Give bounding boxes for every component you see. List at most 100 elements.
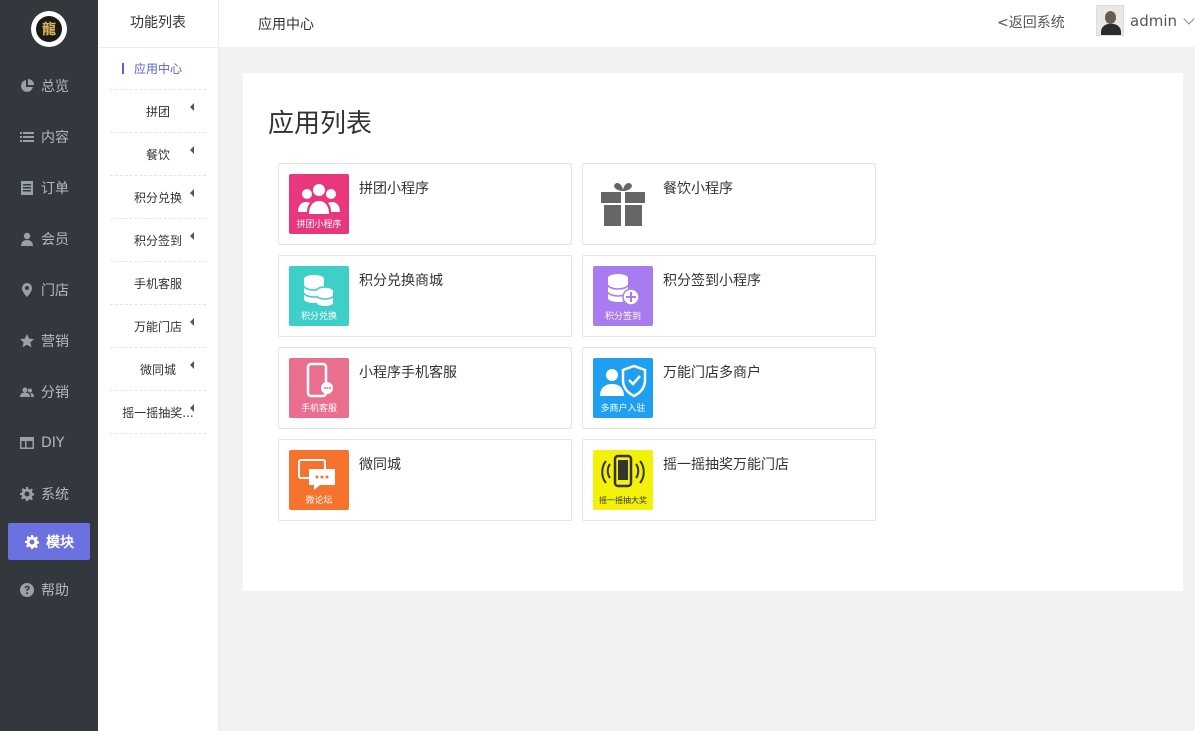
app-name: 小程序手机客服 (359, 365, 457, 381)
caret-left-icon (190, 146, 194, 154)
nav-item-content[interactable]: 内容 (0, 111, 98, 162)
nav-item-system[interactable]: 系统 (0, 468, 98, 519)
shake-phone-icon: 摇一摇抽大奖 (593, 450, 653, 510)
gift-icon (593, 174, 653, 234)
nav-item-stores[interactable]: 门店 (0, 264, 98, 315)
app-badge-label: 摇一摇抽大奖 (599, 496, 647, 505)
app-logo[interactable]: 龍 (31, 11, 67, 47)
nav-item-label: 内容 (41, 129, 69, 146)
submenu-item-local-city[interactable]: 微同城 (110, 348, 206, 391)
user-menu[interactable]: admin (1096, 5, 1195, 36)
app-badge-label: 积分签到 (604, 312, 641, 322)
username: admin (1130, 11, 1177, 30)
submenu-item-label: 应用中心 (134, 62, 183, 76)
top-header: 应用中心 <返回系统 admin (219, 0, 1195, 47)
app-badge-label: 积分兑换 (300, 312, 337, 322)
submenu-item-points-checkin[interactable]: 积分签到 (110, 219, 206, 262)
submenu-item-app-center[interactable]: 应用中心 (110, 48, 206, 90)
users-icon (20, 385, 34, 399)
caret-left-icon (190, 318, 194, 326)
app-badge-label: 微论坛 (305, 496, 333, 506)
main-nav: 总览 内容 订单 会员 门店 营销 分销 DIY 系统 模块 帮助 (0, 60, 98, 615)
submenu-item-label: 餐饮 (145, 147, 170, 162)
star-icon (20, 333, 34, 348)
map-pin-icon (20, 282, 34, 297)
nav-item-distribution[interactable]: 分销 (0, 366, 98, 417)
submenu-list: 应用中心 拼团 餐饮 积分兑换 积分签到 手机客服 万能门店 微同城 摇一摇抽奖… (98, 48, 218, 434)
app-card-group-buy[interactable]: 拼团小程序 拼团小程序 (278, 163, 572, 245)
nav-item-modules[interactable]: 模块 (8, 523, 90, 560)
app-card-points-checkin[interactable]: 积分签到 积分签到小程序 (582, 255, 876, 337)
submenu-item-mobile-service[interactable]: 手机客服 (110, 262, 206, 305)
app-badge-label: 多商户入驻 (600, 404, 646, 414)
page-title: 应用列表 (268, 109, 373, 139)
app-card-local-city[interactable]: 微论坛 微同城 (278, 439, 572, 521)
breadcrumb: 应用中心 (258, 17, 314, 33)
app-name: 积分签到小程序 (663, 273, 761, 289)
chevron-down-icon (1183, 12, 1195, 25)
pie-chart-icon (20, 78, 34, 93)
app-card-points-mall[interactable]: 积分兑换 积分兑换商城 (278, 255, 572, 337)
order-icon (20, 180, 34, 195)
app-name: 万能门店多商户 (663, 365, 761, 381)
app-name: 摇一摇抽奖万能门店 (663, 457, 789, 473)
app-badge-label: 拼团小程序 (296, 220, 342, 230)
avatar (1096, 5, 1124, 36)
submenu-item-label: 手机客服 (133, 276, 182, 291)
submenu-title: 功能列表 (98, 0, 218, 48)
caret-left-icon (190, 361, 194, 369)
nav-item-label: 营销 (41, 333, 69, 350)
logo-emblem: 龍 (36, 16, 62, 42)
app-name: 餐饮小程序 (663, 181, 733, 197)
nav-item-label: 订单 (41, 180, 69, 197)
app-badge-label: 手机客服 (300, 404, 337, 414)
app-card-catering[interactable]: 餐饮小程序 (582, 163, 876, 245)
caret-left-icon (190, 103, 194, 111)
submenu-item-label: 摇一摇抽奖... (122, 405, 194, 420)
coins-plus-icon: 积分签到 (593, 266, 653, 326)
gear-icon (20, 486, 34, 501)
nav-item-overview[interactable]: 总览 (0, 60, 98, 111)
nav-item-members[interactable]: 会员 (0, 213, 98, 264)
user-icon (20, 232, 34, 246)
app-list-panel: 应用列表 拼团小程序 拼团小程序 餐饮小程序 积分兑换 积分兑换商城 积分签到 … (243, 73, 1183, 591)
app-name: 微同城 (359, 457, 401, 473)
gear-icon (25, 534, 39, 549)
app-name: 积分兑换商城 (359, 273, 443, 289)
submenu-item-universal-store[interactable]: 万能门店 (110, 305, 206, 348)
submenu-item-catering[interactable]: 餐饮 (110, 133, 206, 176)
coins-icon: 积分兑换 (289, 266, 349, 326)
app-name: 拼团小程序 (359, 181, 429, 197)
app-card-shake-lottery[interactable]: 摇一摇抽大奖 摇一摇抽奖万能门店 (582, 439, 876, 521)
submenu-item-label: 万能门店 (133, 319, 182, 334)
submenu-item-points-exchange[interactable]: 积分兑换 (110, 176, 206, 219)
submenu-item-label: 微同城 (139, 362, 176, 377)
help-icon (20, 582, 34, 597)
phone-chat-icon: 手机客服 (289, 358, 349, 418)
nav-item-marketing[interactable]: 营销 (0, 315, 98, 366)
nav-item-help[interactable]: 帮助 (0, 564, 98, 615)
submenu-item-label: 拼团 (145, 104, 170, 119)
nav-item-label: 帮助 (41, 582, 69, 599)
main-sidebar: 龍 总览 内容 订单 会员 门店 营销 分销 DIY 系统 模块 帮助 (0, 0, 98, 731)
nav-item-orders[interactable]: 订单 (0, 162, 98, 213)
merchant-shield-icon: 多商户入驻 (593, 358, 653, 418)
caret-left-icon (190, 189, 194, 197)
list-icon (20, 130, 34, 144)
back-to-system-link[interactable]: <返回系统 (997, 12, 1065, 32)
function-list-panel: 功能列表 应用中心 拼团 餐饮 积分兑换 积分签到 手机客服 万能门店 微同城 … (98, 0, 219, 731)
submenu-item-shake-lottery[interactable]: 摇一摇抽奖... (110, 391, 206, 434)
nav-item-label: 总览 (41, 78, 69, 95)
nav-item-label: DIY (41, 434, 65, 451)
caret-left-icon (190, 404, 194, 412)
app-card-mobile-service[interactable]: 手机客服 小程序手机客服 (278, 347, 572, 429)
nav-item-label: 门店 (41, 282, 69, 299)
app-card-multi-merchant[interactable]: 多商户入驻 万能门店多商户 (582, 347, 876, 429)
caret-left-icon (190, 232, 194, 240)
submenu-item-label: 积分签到 (133, 233, 182, 248)
nav-item-diy[interactable]: DIY (0, 417, 98, 468)
chat-bubbles-icon: 微论坛 (289, 450, 349, 510)
submenu-item-group-buy[interactable]: 拼团 (110, 90, 206, 133)
nav-item-label: 系统 (41, 486, 69, 503)
submenu-item-label: 积分兑换 (133, 190, 182, 205)
